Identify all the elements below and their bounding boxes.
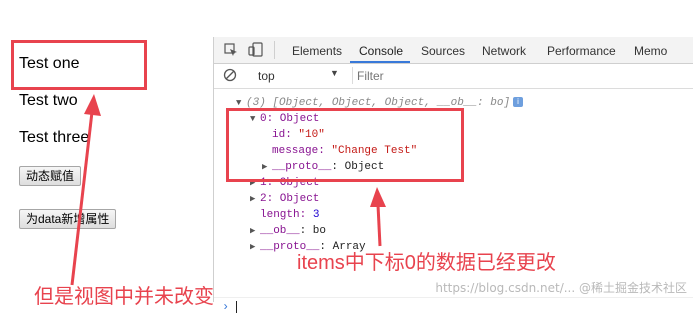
arrow-to-console-box-head <box>370 187 386 207</box>
arrow-to-test-one <box>70 111 94 286</box>
annotation-arrows <box>70 94 386 286</box>
arrow-to-console-box <box>376 204 382 247</box>
text-caret <box>236 301 237 313</box>
prompt-chevron-icon: › <box>222 300 230 314</box>
arrow-to-test-one-head <box>84 94 101 116</box>
